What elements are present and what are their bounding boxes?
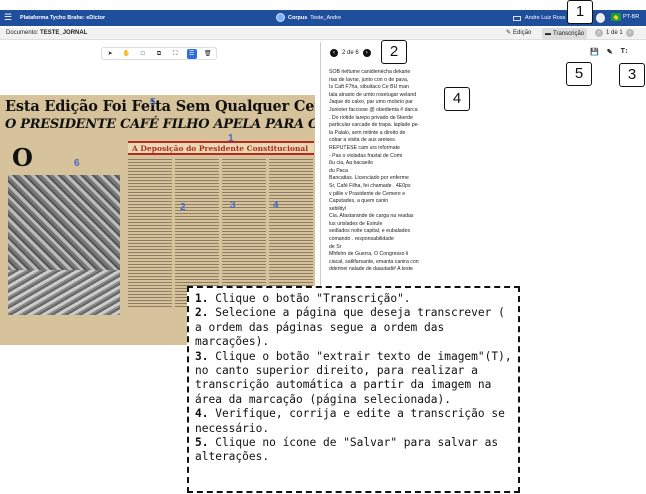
document-title: Documento: TESTE_JORNAL [6, 30, 87, 36]
user-name: Andre Luiz Ross [525, 15, 566, 21]
transcription-line: du Paca [329, 167, 349, 174]
callout-1: 1 [567, 0, 593, 24]
transcription-line: de Sr [329, 243, 342, 250]
newspaper-photo-lower [8, 270, 120, 315]
transcription-line: cobar a visita de aus areises. [329, 137, 397, 144]
transcription-line: Caputades, a quem canin [329, 198, 389, 205]
top-navbar: ☰ Plataforma Tycho Brahe: eDictor Corpus… [0, 10, 646, 26]
newspaper-headline-1: Esta Edição Foi Feita Sem Qualquer Censu… [5, 98, 315, 115]
image-toolbar: ➤ ✋ □ ⧉ ⛶ ☰ 🗑 [101, 47, 217, 60]
transcription-line: . Do riotide larepo privado de 6kerde [329, 114, 413, 121]
instruction-step-1: 1. Clique o botão "Transcrição". [195, 292, 411, 305]
transcription-line: sebilityl [329, 205, 347, 212]
instruction-step-4: 4. Verifique, corrija e edite a transcri… [195, 407, 505, 435]
transcription-line: la Palalo, sem mitinte a direito de [329, 129, 406, 136]
trash-icon[interactable]: 🗑 [203, 49, 213, 59]
newspaper-headline-2: O PRESIDENTE CAFÉ FILHO APELA PARA O SUP… [5, 117, 315, 132]
page-navigator: ‹ 2 de 6 › [330, 49, 371, 57]
instruction-step-2: 2. Selecione a página que deseja transcr… [195, 306, 505, 349]
transcription-line: Mhfelrn de Guerra, O Congresso li [329, 251, 409, 258]
instruction-step-3: 3. Clique o botão "extrair texto de imag… [195, 349, 512, 406]
user-avatar[interactable] [596, 13, 605, 23]
instruction-step-5: 5. Clique no ícone de "Salvar" para salv… [195, 436, 499, 464]
callout-4: 4 [444, 87, 470, 111]
transcription-line: Cia. Afastarande de carga na readas [329, 213, 414, 220]
transcription-line: comando . responsabilidade [329, 236, 394, 243]
document-bar: Documento: TESTE_JORNAL ✎ Edição ▬ Trans… [0, 28, 646, 40]
transcription-line: lus urislades de Esirule [329, 220, 383, 227]
globe-icon [276, 13, 285, 22]
pager-label: 1 de 1 [606, 30, 623, 36]
region-mark-3[interactable]: 3 [230, 200, 236, 211]
transcription-line: REPUTESE cam urs informate [329, 144, 400, 151]
callout-3: 3 [619, 63, 645, 87]
mail-icon [513, 15, 521, 21]
transcription-line: - Pas o violadas frastal de Comi [329, 152, 403, 159]
next-region-icon[interactable]: › [362, 49, 371, 57]
edit-icon[interactable]: ✎ [607, 48, 613, 56]
list-icon[interactable]: ☰ [186, 48, 197, 59]
square-icon[interactable]: □ [138, 49, 148, 59]
transcription-line: v pilile v Prasidente de Cemere e [329, 190, 406, 197]
newspaper-masthead: O GLOBO [12, 143, 120, 201]
transcription-line: rias de lavrar, junto con o de pava, [329, 76, 409, 83]
hamburger-menu-icon[interactable]: ☰ [4, 13, 14, 23]
article-column [128, 159, 172, 309]
expand-icon[interactable]: ⛶ [170, 49, 180, 59]
transcription-line: SOB rieltume canidienécha dekarie [329, 69, 411, 75]
transcription-line: sedlados noite capital, e eubalades [329, 228, 411, 235]
transcription-line: Sr, Café Filha, fei chamade . 4E0ps [329, 182, 411, 189]
page-indicator: 2 de 6 [342, 50, 359, 56]
keyboard-icon: ▬ [545, 30, 551, 37]
transcription-pane: ‹ 2 de 6 › 💾 ✎ T↕ SOB rieltume canidiené… [322, 42, 646, 312]
region-mark-5[interactable]: 5 [150, 97, 156, 108]
app-title: Plataforma Tycho Brahe: eDictor [20, 15, 106, 21]
transcription-line: ßu cia, Aa bacaeilo [329, 160, 373, 167]
extract-text-icon[interactable]: T↕ [621, 48, 629, 56]
article-title-box: A Deposição do Presidente Constitucional [128, 141, 314, 155]
next-page-icon[interactable]: › [625, 29, 634, 37]
newspaper-photo [8, 175, 120, 270]
prev-region-icon[interactable]: ‹ [330, 49, 338, 57]
transcricao-button[interactable]: ▬ Transcrição [542, 28, 588, 39]
edicao-button[interactable]: ✎ Edição [506, 29, 532, 37]
hand-icon[interactable]: ✋ [121, 49, 131, 59]
region-mark-4[interactable]: 4 [273, 200, 279, 211]
transcription-line: Bancatias. Licenciado por enferme [329, 175, 409, 182]
document-label: Documento: [6, 30, 39, 36]
brazil-flag-icon [611, 13, 621, 21]
crop-icon[interactable]: ⧉ [154, 49, 164, 59]
corpus-indicator[interactable]: Corpus Teste_Andre [276, 13, 341, 22]
save-icon[interactable]: 💾 [590, 48, 599, 56]
article-title: A Deposição do Presidente Constitucional [132, 144, 309, 153]
prev-page-icon[interactable]: ‹ [595, 29, 603, 37]
region-mark-2[interactable]: 2 [180, 202, 186, 213]
transcription-line: dderinei nalade de daautadi# A teste [329, 266, 413, 273]
transcricao-label: Transcrição [553, 30, 585, 37]
user-info[interactable]: Andre Luiz Ross [513, 15, 565, 21]
region-mark-6[interactable]: 6 [74, 158, 80, 169]
document-pager: ‹ 1 de 1 › [595, 29, 634, 37]
callout-2: 2 [381, 40, 407, 64]
transcription-line: ciacal, satlifarsante, emanta canira con [329, 258, 419, 265]
cursor-icon[interactable]: ➤ [105, 49, 115, 59]
transcription-actions: 💾 ✎ T↕ [590, 48, 628, 56]
language-label: PT-BR [623, 14, 640, 20]
edicao-label: Edição [513, 29, 532, 36]
corpus-label: Corpus [288, 14, 308, 21]
transcription-line: particular carcade de trapa. laplade pe- [329, 122, 420, 129]
language-selector[interactable]: PT-BR [611, 13, 639, 21]
corpus-name: Teste_Andre [310, 14, 342, 21]
document-name: TESTE_JORNAL [40, 30, 88, 36]
callout-5: 5 [566, 62, 592, 86]
region-mark-1[interactable]: 1 [228, 133, 234, 144]
pencil-icon: ✎ [506, 30, 512, 36]
instructions-box: 1. Clique o botão "Transcrição". 2. Sele… [187, 286, 520, 493]
